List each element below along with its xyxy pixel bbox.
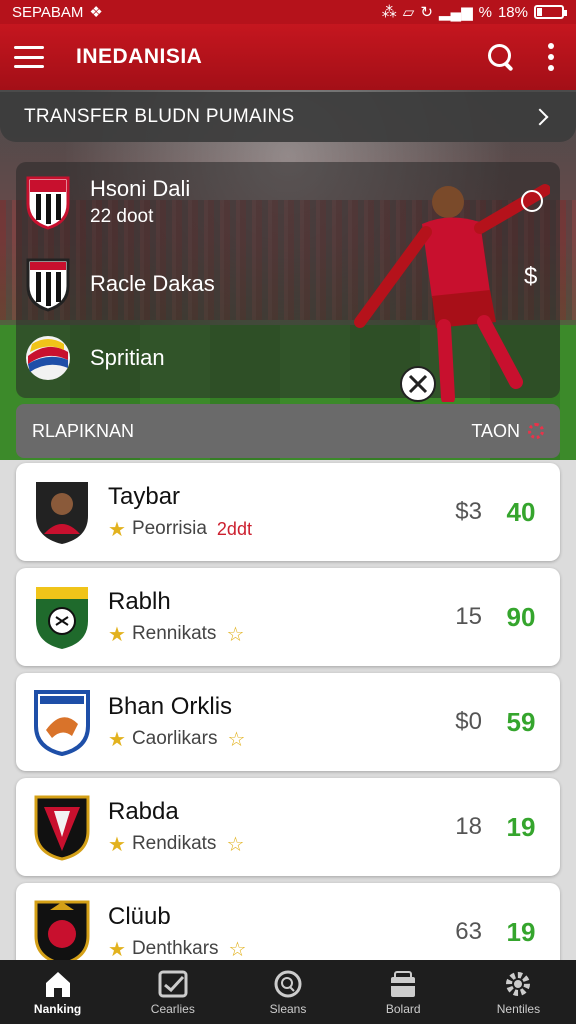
club-meta: Peorrisia [131, 518, 207, 539]
club-crest-icon [24, 174, 72, 230]
notification-icon: ❖ [89, 4, 103, 21]
chevron-right-icon [531, 108, 549, 126]
menu-icon[interactable] [14, 46, 44, 68]
club-logo-icon [32, 898, 92, 966]
featured-club-name: Hsoni Dali [90, 176, 191, 201]
club-crest-icon [24, 330, 72, 386]
app-title: INEDANISIA [76, 45, 203, 68]
ranking-right-label[interactable]: TAON [471, 421, 520, 442]
settings-icon[interactable] [528, 423, 544, 439]
featured-club-name: Spritian [90, 345, 165, 370]
club-name: Rabda [108, 797, 179, 825]
club-price: 63 [455, 918, 482, 945]
featured-club-sub: 22 doot [90, 206, 154, 227]
star-icon: ★ [108, 623, 126, 646]
transfer-banner[interactable]: TRANSFER BLUDN PUMAINS [0, 92, 576, 142]
vibrate-icon: ▱ [402, 4, 415, 21]
bottom-navigation: Nanking Cearlies Sleans Bolard Nentiles [0, 960, 576, 1024]
status-time: SEPABAM [12, 3, 84, 21]
list-item[interactable]: Taybar ★ Peorrisia 2ddt $3 40 [16, 463, 560, 561]
club-price: $0 [455, 708, 482, 735]
club-meta: Caorlikars [131, 728, 218, 749]
nav-label: Cearlies [150, 1001, 195, 1016]
status-bar: SEPABAM ❖ ⁂ ▱ ↻ ▂▄▆ % 18% [0, 0, 576, 24]
club-extra: 2ddt [216, 518, 252, 539]
sync-icon: ↻ [420, 4, 433, 21]
club-score: 40 [506, 496, 536, 527]
app-bar: INEDANISIA [0, 24, 576, 90]
star-icon: ☆ [228, 938, 247, 961]
bluetooth-icon: ⁂ [381, 4, 397, 21]
battery-percent: 18% [497, 3, 528, 21]
signal-icon: ▂▄▆ [438, 4, 473, 21]
club-name: Clüub [108, 902, 171, 930]
list-item[interactable]: Bhan Orklis ★ Caorlikars ☆ $0 59 [16, 673, 560, 771]
signal-text: % [478, 3, 492, 21]
star-icon: ★ [108, 833, 126, 856]
club-crest-icon [24, 256, 72, 312]
more-vertical-icon[interactable] [546, 43, 556, 71]
club-name: Taybar [108, 482, 181, 510]
nav-label: Nentiles [496, 1001, 541, 1016]
club-price: 15 [455, 603, 482, 630]
player-image [340, 172, 551, 405]
target-icon[interactable] [521, 190, 543, 212]
featured-club-1[interactable]: Hsoni Dali 22 doot [24, 174, 190, 230]
gear-icon [502, 969, 534, 999]
club-score: 90 [506, 601, 536, 632]
club-score: 19 [506, 811, 536, 842]
club-logo-icon [32, 688, 92, 757]
ranking-title: RLAPIKNAN [32, 420, 135, 441]
nav-item-nentiles[interactable]: Nentiles [461, 960, 576, 1024]
player-avatar [32, 478, 92, 546]
star-icon: ☆ [226, 623, 245, 646]
nav-item-bolard[interactable]: Bolard [346, 960, 461, 1024]
club-meta: Denthkars [131, 938, 219, 959]
club-score: 19 [506, 916, 536, 947]
star-icon: ☆ [227, 728, 246, 751]
search-circle-icon [272, 969, 304, 999]
star-icon: ★ [108, 938, 126, 961]
battery-icon [534, 5, 567, 19]
featured-club-2[interactable]: Racle Dakas [24, 256, 215, 312]
nav-label: Nanking [33, 1001, 82, 1016]
featured-club-name: Racle Dakas [90, 271, 215, 296]
nav-item-sleans[interactable]: Sleans [230, 960, 345, 1024]
ranking-header: RLAPIKNAN TAON [16, 404, 560, 458]
club-name: Bhan Orklis [108, 692, 233, 720]
club-price: 18 [455, 813, 482, 840]
store-icon [387, 969, 419, 999]
star-icon: ★ [108, 518, 126, 541]
star-icon: ★ [108, 728, 126, 751]
list-item[interactable]: Rablh ★ Rennikats ☆ 15 90 [16, 568, 560, 666]
nav-item-ranking[interactable]: Nanking [0, 960, 115, 1024]
star-icon: ☆ [226, 833, 245, 856]
featured-club-3[interactable]: Spritian [24, 330, 165, 386]
club-meta: Rennikats [131, 623, 217, 644]
club-name: Rablh [108, 587, 171, 615]
club-price: $3 [455, 498, 482, 525]
club-logo-icon [32, 583, 92, 651]
club-meta: Rendikats [131, 833, 217, 854]
club-score: 59 [506, 706, 536, 737]
club-logo-icon [32, 793, 92, 861]
home-icon [42, 969, 74, 999]
search-icon[interactable] [486, 42, 516, 72]
checklist-icon [157, 969, 189, 999]
dollar-icon[interactable]: $ [524, 263, 537, 291]
transfer-label: TRANSFER BLUDN PUMAINS [24, 106, 295, 127]
nav-label: Sleans [269, 1001, 307, 1016]
list-item[interactable]: Rabda ★ Rendikats ☆ 18 19 [16, 778, 560, 876]
nav-item-cearlies[interactable]: Cearlies [115, 960, 230, 1024]
nav-label: Bolard [385, 1001, 421, 1016]
